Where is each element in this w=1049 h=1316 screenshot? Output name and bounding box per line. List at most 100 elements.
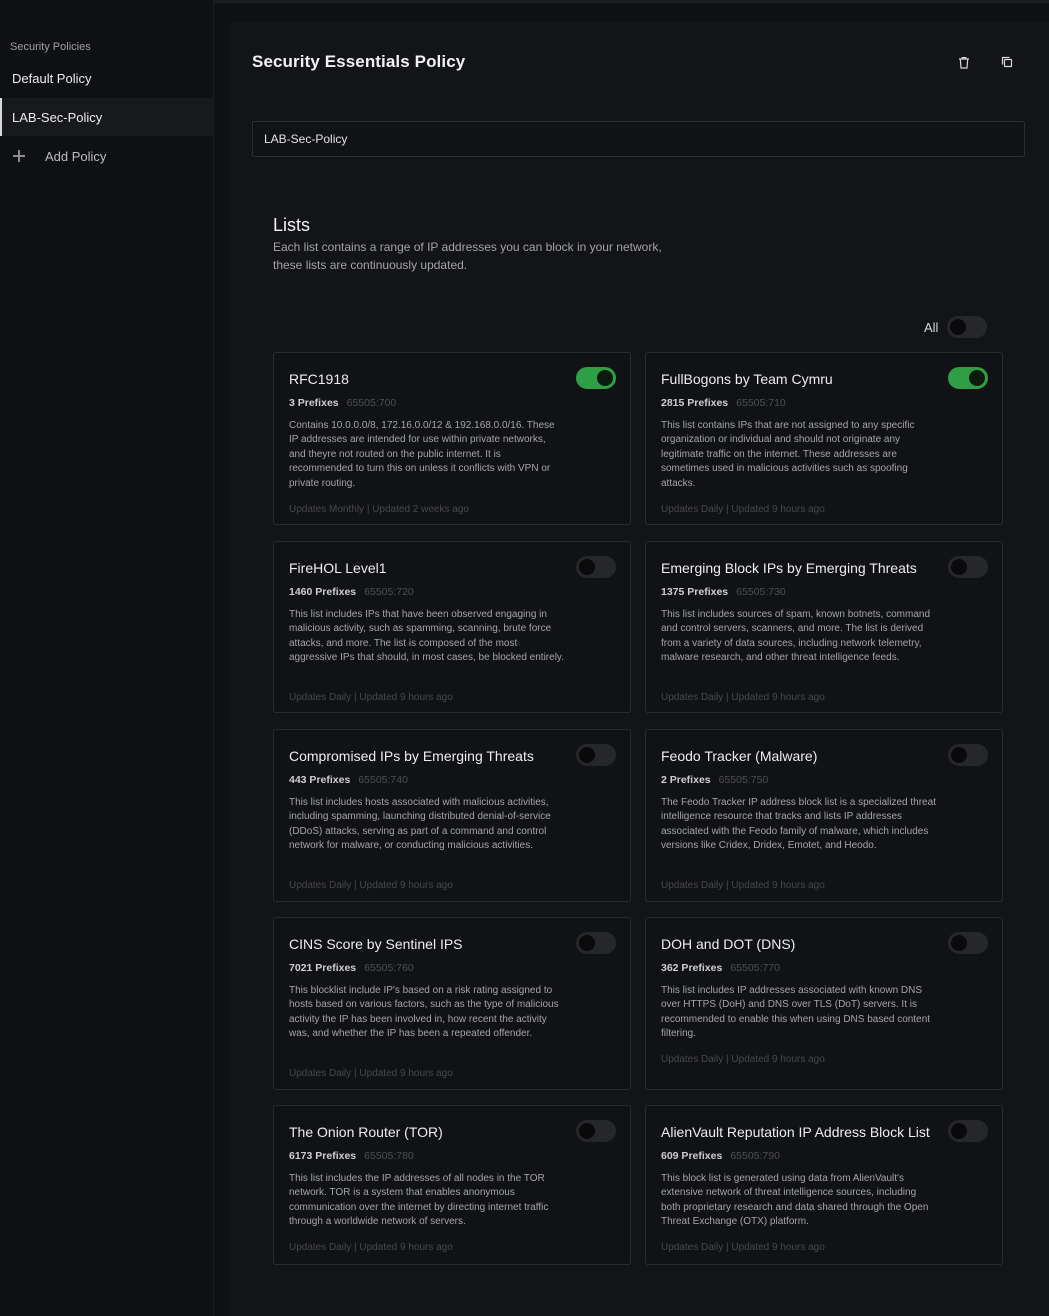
list-toggle[interactable] [948,556,988,578]
page-title: Security Essentials Policy [252,52,466,71]
bgp-community: 65505:720 [364,586,414,598]
list-toggle[interactable] [948,367,988,389]
list-card-title: FireHOL Level1 [289,560,387,576]
list-card-updated: Updates Daily | Updated 9 hours ago [661,504,825,515]
list-card-updated: Updates Daily | Updated 9 hours ago [289,880,453,891]
list-card-description: This blocklist include IP's based on a r… [289,985,559,1040]
sidebar-item-lab-sec-policy[interactable]: LAB-Sec-Policy [0,98,213,136]
list-card-description: The Feodo Tracker IP address block list … [661,797,936,852]
prefix-count: 3 Prefixes [289,397,339,409]
list-card: Feodo Tracker (Malware) 2 Prefixes 65505:7… [645,729,1003,902]
list-card-description: This list includes the IP addresses of a… [289,1173,549,1228]
list-card-meta: 362 Prefixes 65505:770 [661,962,780,974]
list-card-description: This list includes sources of spam, know… [661,609,931,664]
list-toggle[interactable] [948,1120,988,1142]
bgp-community: 65505:740 [358,774,408,786]
list-card-updated: Updates Daily | Updated 9 hours ago [661,880,825,891]
prefix-count: 362 Prefixes [661,962,723,974]
bgp-community: 65505:700 [346,397,397,409]
list-toggle[interactable] [576,932,616,954]
list-card: RFC1918 3 Prefixes 65505:700 Contains 10.0.… [273,352,631,525]
list-card-updated: Updates Daily | Updated 9 hours ago [289,1068,453,1079]
prefix-count: 7021 Prefixes [289,962,357,974]
list-card-meta: 2815 Prefixes 65505:710 [661,397,786,409]
bgp-community: 65505:770 [730,962,780,974]
list-card-meta: 1460 Prefixes 65505:720 [289,586,414,598]
list-card: DOH and DOT (DNS) 362 Prefixes 65505:770 Th… [645,917,1003,1090]
add-policy-button[interactable]: Add Policy [0,137,213,175]
bgp-community: 65505:710 [736,397,786,409]
prefix-count: 1375 Prefixes [661,586,729,598]
list-card-title: The Onion Router (TOR) [289,1124,443,1140]
list-toggle[interactable] [948,744,988,766]
prefix-count: 1460 Prefixes [289,586,357,598]
sidebar-item-default-policy[interactable]: Default Policy [0,59,213,97]
bgp-community: 65505:760 [364,962,414,974]
list-card-updated: Updates Monthly | Updated 2 weeks ago [289,504,469,515]
list-card: Compromised IPs by Emerging Threats 443 P… [273,729,631,902]
list-card-title: Feodo Tracker (Malware) [661,748,818,764]
sidebar-heading: Security Policies [10,41,91,53]
list-card-meta: 6173 Prefixes 65505:780 [289,1150,414,1162]
list-card-meta: 1375 Prefixes 65505:730 [661,586,786,598]
prefix-count: 2815 Prefixes [661,397,729,409]
sidebar: Security Policies Default Policy LAB-Sec… [0,0,214,1316]
list-card-updated: Updates Daily | Updated 9 hours ago [289,692,453,703]
bgp-community: 65505:790 [730,1150,780,1162]
sidebar-item-label: LAB-Sec-Policy [12,109,103,125]
list-card-title: Compromised IPs by Emerging Threats [289,748,534,764]
policy-name-input[interactable] [252,121,1025,157]
prefix-count: 6173 Prefixes [289,1150,357,1162]
all-toggle-label: All [924,320,939,335]
list-card-updated: Updates Daily | Updated 9 hours ago [661,692,825,703]
list-card-title: FullBogons by Team Cymru [661,371,833,387]
list-card-updated: Updates Daily | Updated 9 hours ago [289,1242,453,1253]
list-card-updated: Updates Daily | Updated 9 hours ago [661,1054,825,1065]
list-card-title: DOH and DOT (DNS) [661,936,796,952]
lists-title: Lists [273,215,311,235]
list-card-description: This list includes IPs that have been ob… [289,609,564,664]
bgp-community: 65505:730 [736,586,786,598]
list-toggle[interactable] [576,556,616,578]
list-card: FireHOL Level1 1460 Prefixes 65505:720 This… [273,541,631,713]
list-card-meta: 609 Prefixes 65505:790 [661,1150,780,1162]
list-card-title: Emerging Block IPs by Emerging Threats [661,560,917,576]
list-card-title: RFC1918 [289,371,349,387]
list-card: FullBogons by Team Cymru 2815 Prefixes 655… [645,352,1003,525]
prefix-count: 443 Prefixes [289,774,351,786]
list-toggle[interactable] [948,932,988,954]
add-policy-label: Add Policy [45,148,107,164]
sidebar-item-label: Default Policy [12,70,92,86]
list-card-meta: 3 Prefixes 65505:700 [289,397,396,409]
duplicate-button[interactable] [998,53,1016,71]
list-card-title: AlienVault Reputation IP Address Block L… [661,1124,930,1140]
list-toggle[interactable] [576,367,616,389]
list-card-updated: Updates Daily | Updated 9 hours ago [661,1242,825,1253]
copy-icon [1001,56,1013,68]
prefix-count: 2 Prefixes [661,774,711,786]
bgp-community: 65505:750 [718,774,769,786]
list-toggle[interactable] [576,1120,616,1142]
list-card-description: This list includes IP addresses associat… [661,985,931,1040]
list-card-meta: 7021 Prefixes 65505:760 [289,962,414,974]
list-toggle[interactable] [576,744,616,766]
list-card: CINS Score by Sentinel IPS 7021 Prefixes 6… [273,917,631,1090]
list-card: AlienVault Reputation IP Address Block L… [645,1105,1003,1265]
list-card-description: This list includes hosts associated with… [289,797,551,852]
trash-icon [959,56,969,69]
list-card-meta: 443 Prefixes 65505:740 [289,774,408,786]
plus-icon [13,150,25,162]
all-toggle[interactable] [947,316,987,338]
list-card-meta: 2 Prefixes 65505:750 [661,774,768,786]
policy-panel: Security Essentials Policy Lists Each li… [230,22,1049,1316]
list-card-description: This list contains IPs that are not assi… [661,420,915,489]
list-card-description: Contains 10.0.0.0/8, 172.16.0.0/12 & 192… [289,420,555,489]
prefix-count: 609 Prefixes [661,1150,723,1162]
list-card-description: This block list is generated using data … [661,1173,929,1228]
list-card: Emerging Block IPs by Emerging Threats 13… [645,541,1003,713]
delete-button[interactable] [955,53,973,71]
lists-description: Each list contains a range of IP address… [273,240,662,272]
list-card: The Onion Router (TOR) 6173 Prefixes 65505… [273,1105,631,1265]
list-card-title: CINS Score by Sentinel IPS [289,936,463,952]
bgp-community: 65505:780 [364,1150,414,1162]
